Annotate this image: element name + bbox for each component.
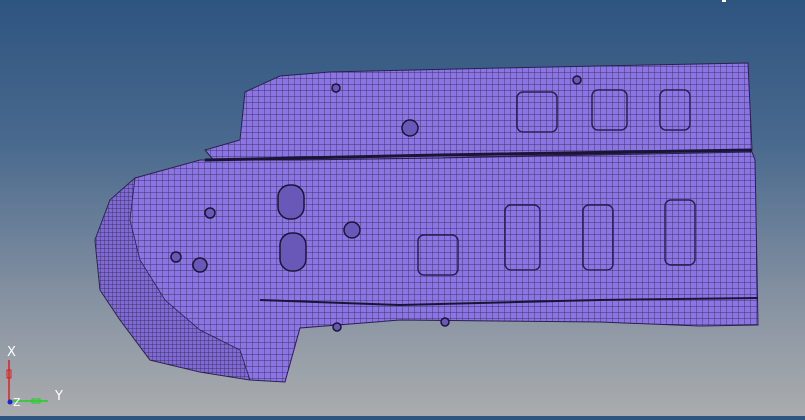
corner-marker — [722, 0, 726, 2]
z-axis-label: Z — [13, 396, 21, 409]
graphics-viewport[interactable]: X Y Z — [0, 0, 805, 416]
z-axis-dot — [7, 399, 13, 405]
y-axis-label: Y — [55, 389, 63, 404]
x-axis-label: X — [7, 345, 16, 360]
mesh-model[interactable] — [0, 0, 805, 416]
mesh-upper-panel — [204, 62, 753, 163]
